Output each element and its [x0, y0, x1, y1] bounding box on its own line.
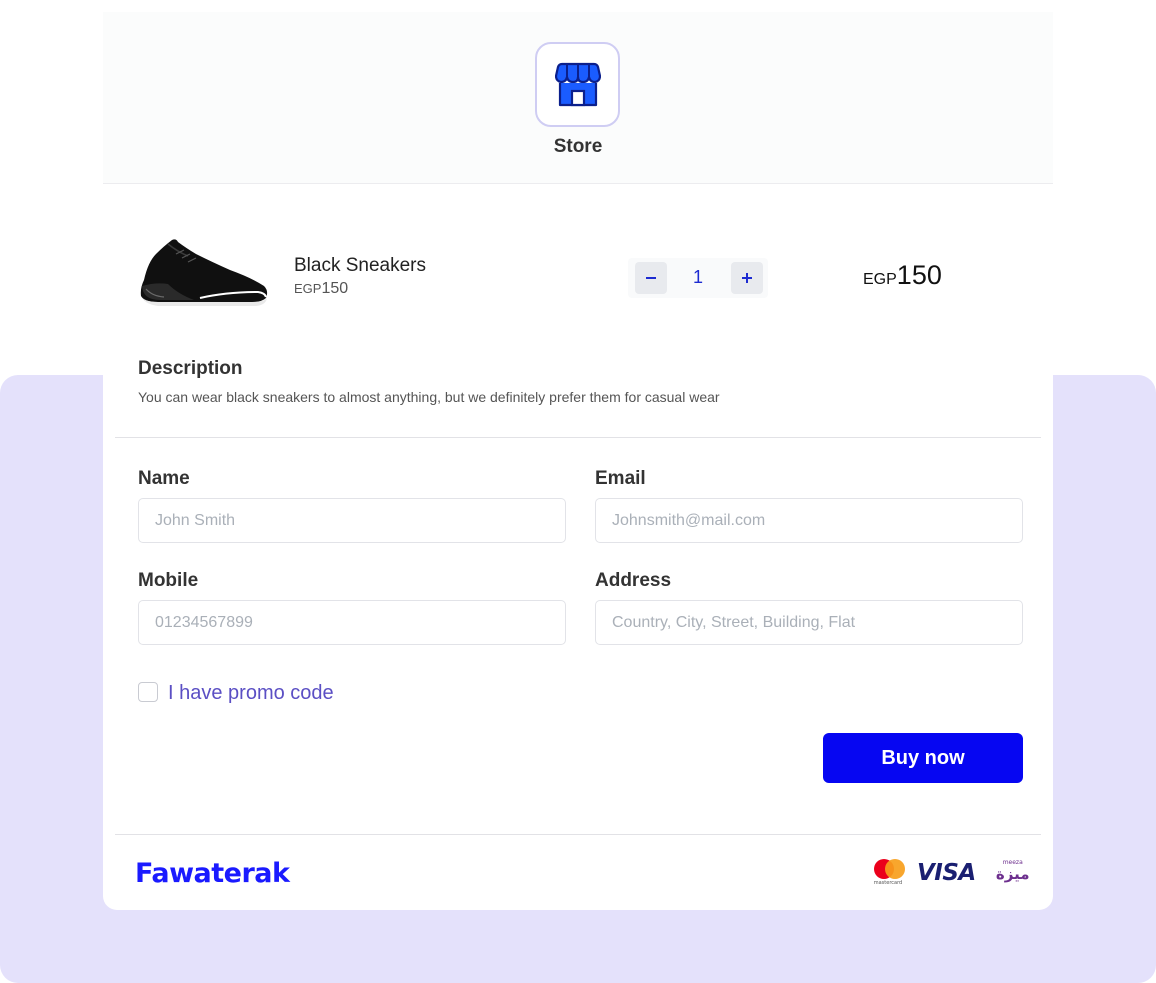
product-price: EGP150 — [294, 280, 348, 298]
store-icon — [554, 62, 601, 106]
promo-code-checkbox[interactable] — [138, 682, 158, 702]
fawaterak-logo: Fawaterak — [135, 855, 290, 891]
brand-name: Fawaterak — [135, 857, 290, 889]
total-price: EGP150 — [863, 260, 942, 291]
total-currency: EGP — [863, 271, 897, 288]
meeza-icon: meeza ميزة — [995, 859, 1030, 883]
footer-divider — [115, 834, 1041, 835]
address-label: Address — [595, 570, 672, 591]
total-amount: 150 — [896, 260, 942, 290]
product-currency: EGP — [294, 281, 322, 296]
product-price-value: 150 — [321, 280, 349, 297]
quantity-stepper: 1 — [628, 258, 768, 298]
increase-quantity-button[interactable] — [731, 262, 763, 294]
address-field[interactable] — [595, 600, 1023, 645]
description-text: You can wear black sneakers to almost an… — [138, 389, 720, 405]
name-label: Name — [138, 468, 190, 489]
checkout-card: Store Black Sneakers EGP150 1 EGP150 Des… — [103, 12, 1053, 910]
email-field[interactable] — [595, 498, 1023, 543]
promo-code-label[interactable]: I have promo code — [168, 682, 334, 705]
mastercard-icon: mastercard — [871, 859, 905, 887]
quantity-value[interactable]: 1 — [682, 267, 714, 288]
product-name: Black Sneakers — [294, 255, 427, 276]
store-header: Store — [103, 12, 1053, 184]
payment-methods: mastercard VISA meeza ميزة — [871, 858, 1030, 888]
email-label: Email — [595, 468, 646, 489]
minus-icon — [646, 277, 656, 279]
visa-icon: VISA — [917, 860, 976, 886]
store-logo — [535, 42, 620, 127]
mobile-field[interactable] — [138, 600, 566, 645]
divider — [115, 437, 1041, 438]
name-field[interactable] — [138, 498, 566, 543]
buy-now-button[interactable]: Buy now — [823, 733, 1023, 783]
description-title: Description — [138, 358, 243, 379]
sneaker-image — [138, 234, 270, 314]
plus-icon — [742, 273, 752, 283]
decrease-quantity-button[interactable] — [635, 262, 667, 294]
store-title: Store — [553, 136, 603, 157]
mobile-label: Mobile — [138, 570, 199, 591]
